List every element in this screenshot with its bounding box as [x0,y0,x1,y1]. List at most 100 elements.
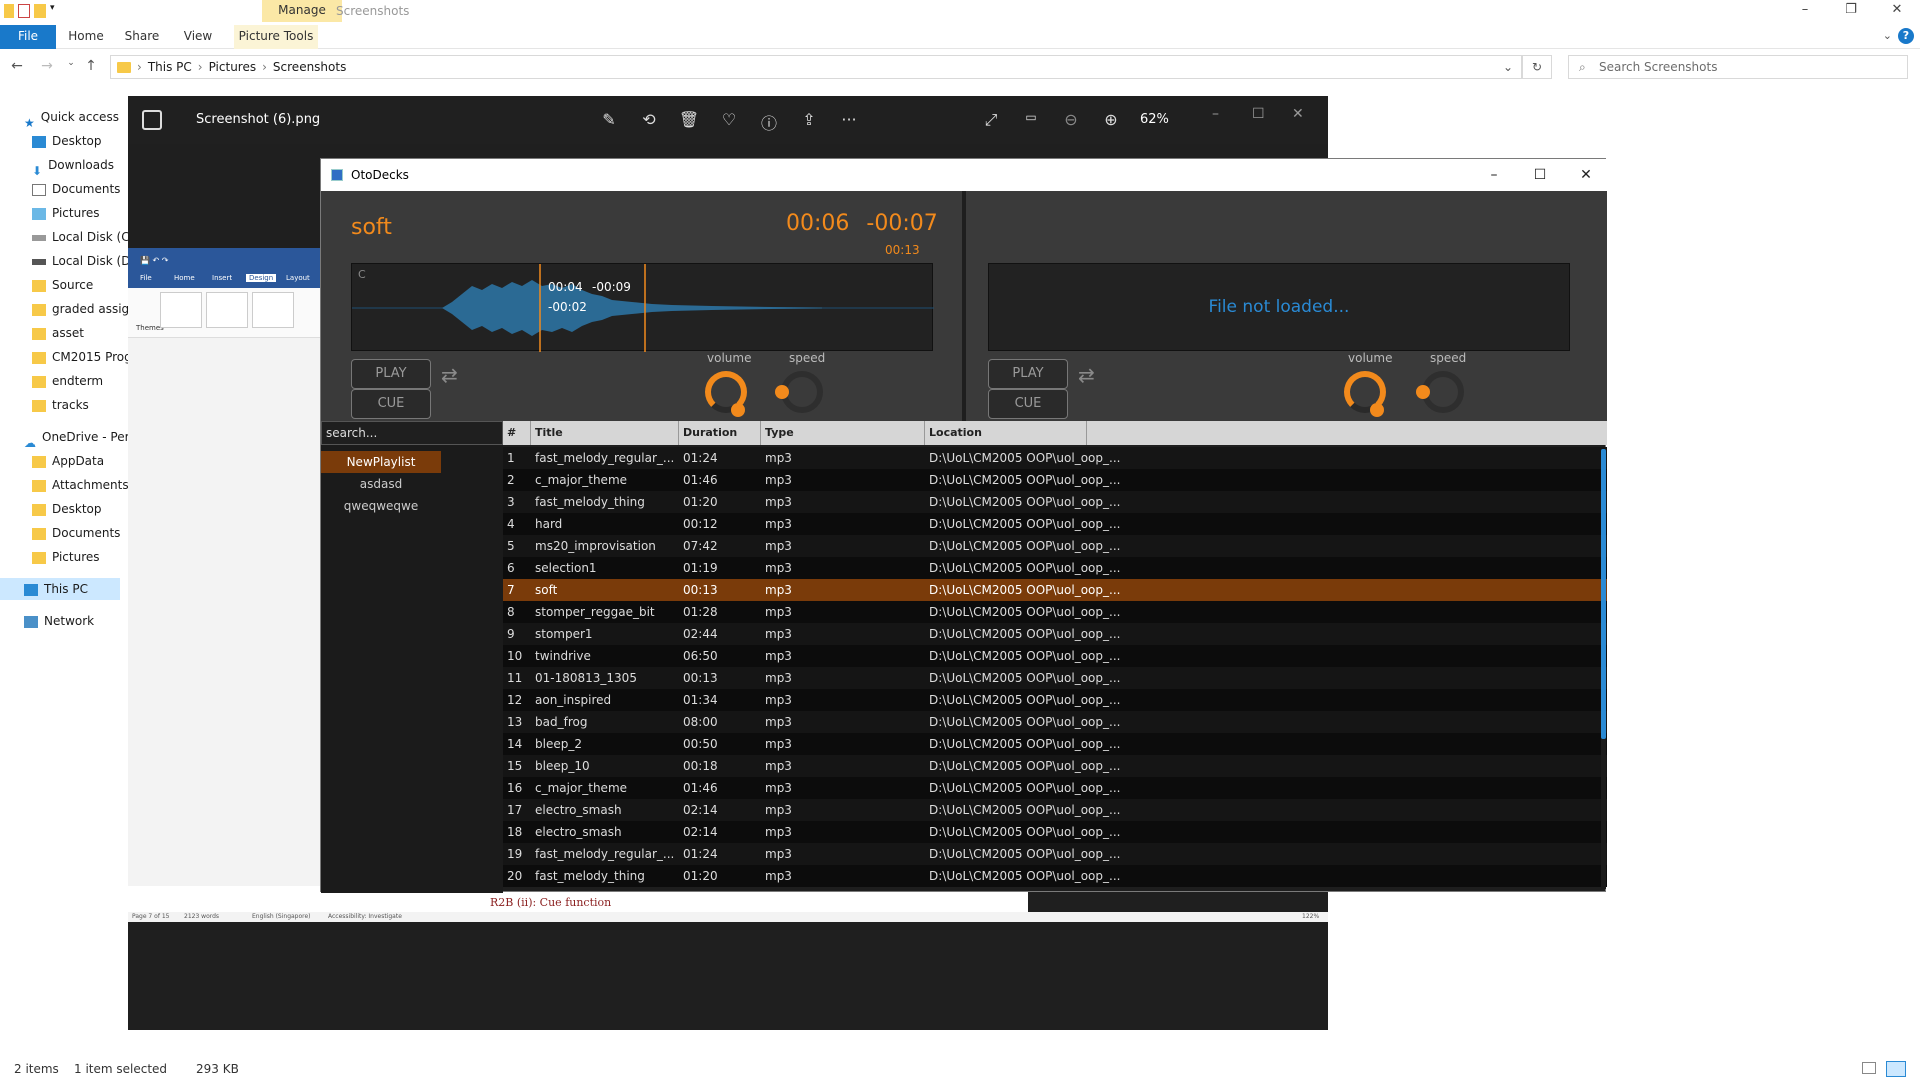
info-icon[interactable]: ⓘ [758,110,780,134]
nav-desktop[interactable]: Desktop [0,130,128,152]
tab-manage[interactable]: Manage [262,0,342,22]
up-arrow-icon[interactable]: ↑ [82,58,100,76]
table-row[interactable]: 18 electro_smash 02:14 mp3 D:\UoL\CM2005 OOP… [503,821,1607,843]
details-view-icon[interactable] [1862,1062,1876,1074]
playlist-search-input[interactable]: search... [321,421,503,445]
nav-source[interactable]: Source [0,274,128,296]
table-row[interactable]: 13 bad_frog 08:00 mp3 D:\UoL\CM2005 OOP\uol_… [503,711,1607,733]
breadcrumb-screenshots[interactable]: Screenshots [273,60,346,74]
back-arrow-icon[interactable]: ← [8,58,26,76]
playlist-item[interactable]: NewPlaylist [321,451,441,473]
deck-1-waveform[interactable]: C 00:04 -00:09 -00:02 [351,263,934,352]
tab-view[interactable]: View [176,25,220,49]
nav-tracks[interactable]: tracks [0,394,128,416]
table-row[interactable]: 19 fast_melody_regular_... 01:24 mp3 D:\UoL\… [503,843,1607,865]
nav-quick-access[interactable]: ★ Quick access [0,106,128,128]
playlist-item[interactable]: qweqweqwe [321,495,441,517]
table-row[interactable]: 14 bleep_2 00:50 mp3 D:\UoL\CM2005 OOP\uol_o… [503,733,1607,755]
nav-onedrive-pictures[interactable]: Pictures [0,546,128,568]
zoom-out-icon[interactable]: ⊖ [1060,110,1082,129]
minimize-button[interactable]: – [1471,163,1517,187]
nav-local-disk-c[interactable]: Local Disk (C:) [0,226,128,248]
help-icon[interactable]: ? [1898,28,1914,44]
deck-1-play-button[interactable]: PLAY [351,359,431,389]
nav-downloads[interactable]: ⬇ Downloads [0,154,128,176]
address-bar[interactable]: › This PC › Pictures › Screenshots ⌄ [110,55,1522,79]
tiles-view-icon[interactable] [1886,1061,1906,1077]
table-row[interactable]: 5 ms20_improvisation 07:42 mp3 D:\UoL\CM2005… [503,535,1607,557]
table-row[interactable]: 17 electro_smash 02:14 mp3 D:\UoL\CM2005 OOP… [503,799,1607,821]
breadcrumb-pictures[interactable]: Pictures [209,60,257,74]
column-header-type[interactable]: Type [761,421,925,445]
scrollbar-thumb[interactable] [1601,449,1606,739]
minimize-button[interactable]: – [1212,106,1219,122]
nav-local-disk-d[interactable]: Local Disk (D:) [0,250,128,272]
rotate-icon[interactable]: ⟲ [638,110,660,129]
column-header-number[interactable]: # [503,421,531,445]
zoom-in-icon[interactable]: ⊕ [1100,110,1122,129]
chevron-down-icon[interactable]: ⌄ [1883,29,1892,42]
table-row[interactable]: 20 fast_melody_thing 01:20 mp3 D:\UoL\CM2005… [503,865,1607,887]
delete-icon[interactable]: 🗑 [678,110,700,129]
nav-onedrive-documents[interactable]: Documents [0,522,128,544]
chevron-down-icon[interactable]: ▾ [50,3,58,19]
edit-icon[interactable]: ✎ [598,110,620,129]
maximize-button[interactable]: ☐ [1517,163,1563,187]
deck-2-waveform[interactable]: File not loaded... [988,263,1570,351]
table-row[interactable]: 4 hard 00:12 mp3 D:\UoL\CM2005 OOP\uol_oop_.… [503,513,1607,535]
nav-cm2015[interactable]: CM2015 Progr [0,346,128,368]
restore-button[interactable]: ❐ [1828,0,1874,22]
nav-attachments[interactable]: Attachments [0,474,128,496]
close-button[interactable]: ✕ [1563,163,1609,187]
actual-size-icon[interactable]: ▭ [1020,110,1042,124]
loop-icon[interactable]: ⇄ [1078,363,1095,387]
more-icon[interactable]: ··· [838,110,860,129]
properties-icon[interactable] [18,4,30,18]
close-button[interactable]: ✕ [1874,0,1920,22]
deck-2-cue-button[interactable]: CUE [988,389,1068,419]
maximize-button[interactable]: ☐ [1252,106,1265,122]
nav-pictures[interactable]: Pictures [0,202,128,224]
playlist-item[interactable]: asdasd [321,473,441,495]
search-input[interactable]: ⌕ Search Screenshots [1568,55,1908,79]
nav-onedrive-desktop[interactable]: Desktop [0,498,128,520]
table-row[interactable]: 12 aon_inspired 01:34 mp3 D:\UoL\CM2005 OOP\… [503,689,1607,711]
nav-asset[interactable]: asset [0,322,128,344]
nav-network[interactable]: Network [0,610,128,632]
column-header-title[interactable]: Title [531,421,679,445]
table-row[interactable]: 10 twindrive 06:50 mp3 D:\UoL\CM2005 OOP\uol… [503,645,1607,667]
nav-this-pc[interactable]: This PC [0,578,120,600]
column-header-duration[interactable]: Duration [679,421,761,445]
zoom-level[interactable]: 62% [1140,112,1169,127]
table-row[interactable]: 6 selection1 01:19 mp3 D:\UoL\CM2005 OOP\uol… [503,557,1607,579]
tab-share[interactable]: Share [120,25,164,49]
table-row[interactable]: 15 bleep_10 00:18 mp3 D:\UoL\CM2005 OOP\uol_… [503,755,1607,777]
minimize-button[interactable]: – [1782,0,1828,22]
recent-chevron-icon[interactable]: ⌄ [62,58,80,76]
nav-appdata[interactable]: AppData [0,450,128,472]
favorite-icon[interactable]: ♡ [718,110,740,129]
close-button[interactable]: ✕ [1292,106,1304,122]
deck-2-play-button[interactable]: PLAY [988,359,1068,389]
tab-home[interactable]: Home [64,25,108,49]
fullscreen-icon[interactable]: ⤢ [980,110,1002,130]
nav-onedrive[interactable]: ☁ OneDrive - Pers [0,426,128,448]
table-row[interactable]: 2 c_major_theme 01:46 mp3 D:\UoL\CM2005 OOP\… [503,469,1607,491]
table-row[interactable]: 16 c_major_theme 01:46 mp3 D:\UoL\CM2005 OOP… [503,777,1607,799]
nav-endterm[interactable]: endterm [0,370,128,392]
table-row[interactable]: 7 soft 00:13 mp3 D:\UoL\CM2005 OOP\uol_oop_.… [503,579,1607,601]
deck-1-cue-button[interactable]: CUE [351,389,431,419]
table-row[interactable]: 3 fast_melody_thing 01:20 mp3 D:\UoL\CM2005 … [503,491,1607,513]
new-folder-icon[interactable] [34,4,46,18]
column-header-location[interactable]: Location [925,421,1087,445]
chevron-down-icon[interactable]: ⌄ [1503,60,1513,74]
share-icon[interactable]: ⇪ [798,110,820,129]
loop-icon[interactable]: ⇄ [441,363,458,387]
table-row[interactable]: 1 fast_melody_regular_... 01:24 mp3 D:\UoL\C… [503,447,1607,469]
tab-file[interactable]: File [0,25,56,49]
breadcrumb-this-pc[interactable]: This PC [148,60,192,74]
table-row[interactable]: 9 stomper1 02:44 mp3 D:\UoL\CM2005 OOP\uol_o… [503,623,1607,645]
nav-graded-assign[interactable]: graded assign [0,298,128,320]
nav-documents[interactable]: Documents [0,178,128,200]
forward-arrow-icon[interactable]: → [38,58,56,76]
